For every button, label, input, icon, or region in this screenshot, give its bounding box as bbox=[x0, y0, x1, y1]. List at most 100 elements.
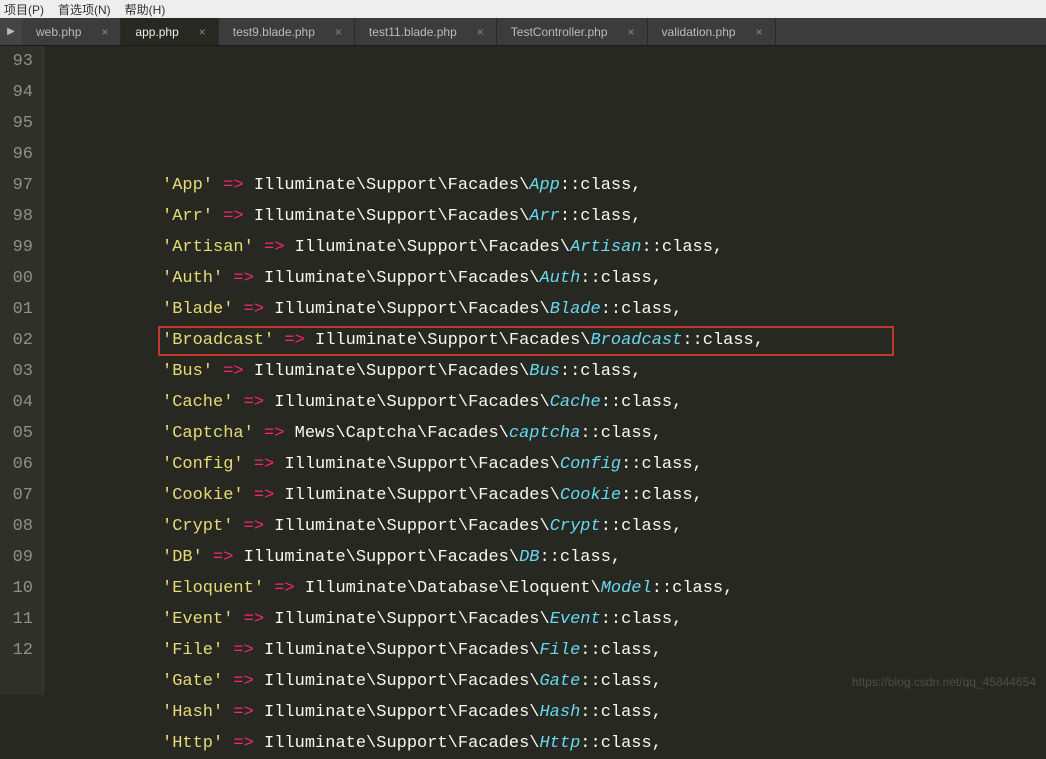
namespace-path: Illuminate\Support\Facades\ bbox=[315, 331, 590, 350]
class-name: Artisan bbox=[570, 238, 641, 257]
class-name: Http bbox=[539, 734, 580, 753]
close-icon[interactable]: × bbox=[335, 25, 342, 39]
line-gutter: 9394959697989900010203040506070809101112 bbox=[0, 46, 44, 695]
tab-web-php[interactable]: web.php× bbox=[22, 18, 121, 45]
close-icon[interactable]: × bbox=[199, 25, 206, 39]
class-name: Auth bbox=[539, 269, 580, 288]
class-name: Model bbox=[601, 579, 652, 598]
line-number: 05 bbox=[4, 418, 33, 449]
close-icon[interactable]: × bbox=[477, 25, 484, 39]
code-line[interactable]: 'File' => Illuminate\Support\Facades\Fil… bbox=[50, 635, 764, 666]
menubar: 项目(P) 首选项(N) 帮助(H) bbox=[0, 0, 1046, 18]
tab-app-php[interactable]: app.php × bbox=[121, 18, 218, 45]
arrow-operator: => bbox=[274, 331, 315, 350]
tab-TestController-php[interactable]: TestController.php × bbox=[497, 18, 648, 45]
arrow-operator: => bbox=[223, 641, 264, 660]
line-number: 03 bbox=[4, 356, 33, 387]
tab-test9-blade-php[interactable]: test9.blade.php× bbox=[219, 18, 355, 45]
namespace-path: Illuminate\Support\Facades\ bbox=[264, 672, 539, 691]
class-name: Hash bbox=[539, 703, 580, 722]
tab-label: TestController.php bbox=[511, 25, 608, 39]
code-line[interactable]: 'Eloquent' => Illuminate\Database\Eloque… bbox=[50, 573, 764, 604]
tail-token: ::class, bbox=[601, 393, 683, 412]
string-key: 'Hash' bbox=[162, 703, 223, 722]
arrow-operator: => bbox=[203, 548, 244, 567]
code-area[interactable]: 'App' => Illuminate\Support\Facades\App:… bbox=[44, 46, 764, 695]
tail-token: ::class, bbox=[580, 672, 662, 691]
namespace-path: Illuminate\Support\Facades\ bbox=[274, 393, 549, 412]
line-number: 04 bbox=[4, 387, 33, 418]
code-line[interactable]: 'Crypt' => Illuminate\Support\Facades\Cr… bbox=[50, 511, 764, 542]
tail-token: ::class, bbox=[621, 486, 703, 505]
arrow-operator: => bbox=[233, 517, 274, 536]
code-line[interactable]: 'Arr' => Illuminate\Support\Facades\Arr:… bbox=[50, 201, 764, 232]
tail-token: ::class, bbox=[652, 579, 734, 598]
tail-token: ::class, bbox=[560, 176, 642, 195]
class-name: DB bbox=[519, 548, 539, 567]
tail-token: ::class, bbox=[601, 300, 683, 319]
code-line[interactable]: 'App' => Illuminate\Support\Facades\App:… bbox=[50, 170, 764, 201]
code-line[interactable]: 'Artisan' => Illuminate\Support\Facades\… bbox=[50, 232, 764, 263]
code-line[interactable]: 'Auth' => Illuminate\Support\Facades\Aut… bbox=[50, 263, 764, 294]
class-name: File bbox=[539, 641, 580, 660]
code-line[interactable] bbox=[50, 139, 764, 170]
arrow-operator: => bbox=[223, 672, 264, 691]
code-line[interactable]: 'Bus' => Illuminate\Support\Facades\Bus:… bbox=[50, 356, 764, 387]
arrow-operator: => bbox=[233, 393, 274, 412]
menu-help[interactable]: 帮助(H) bbox=[125, 1, 166, 18]
namespace-path: Illuminate\Support\Facades\ bbox=[284, 455, 559, 474]
string-key: 'Gate' bbox=[162, 672, 223, 691]
string-key: 'File' bbox=[162, 641, 223, 660]
tab-validation-php[interactable]: validation.php× bbox=[648, 18, 776, 45]
tab-label: app.php bbox=[135, 25, 178, 39]
line-number: 11 bbox=[4, 604, 33, 635]
namespace-path: Illuminate\Support\Facades\ bbox=[254, 176, 529, 195]
watermark-text: https://blog.csdn.net/qq_45844654 bbox=[852, 675, 1036, 689]
class-name: Crypt bbox=[550, 517, 601, 536]
namespace-path: Mews\Captcha\Facades\ bbox=[295, 424, 509, 443]
code-editor[interactable]: 9394959697989900010203040506070809101112… bbox=[0, 46, 1046, 695]
line-number: 00 bbox=[4, 263, 33, 294]
class-name: Gate bbox=[539, 672, 580, 691]
menu-project[interactable]: 项目(P) bbox=[4, 1, 44, 18]
class-name: captcha bbox=[509, 424, 580, 443]
class-name: Cache bbox=[550, 393, 601, 412]
tail-token: ::class, bbox=[539, 548, 621, 567]
close-icon[interactable]: × bbox=[756, 25, 763, 39]
arrow-operator: => bbox=[244, 486, 285, 505]
arrow-operator: => bbox=[233, 610, 274, 629]
code-line[interactable]: 'Event' => Illuminate\Support\Facades\Ev… bbox=[50, 604, 764, 635]
code-line[interactable]: 'Captcha' => Mews\Captcha\Facades\captch… bbox=[50, 418, 764, 449]
class-name: Cookie bbox=[560, 486, 621, 505]
code-line[interactable]: 'Blade' => Illuminate\Support\Facades\Bl… bbox=[50, 294, 764, 325]
string-key: 'Captcha' bbox=[162, 424, 254, 443]
arrow-operator: => bbox=[213, 176, 254, 195]
tabbar: ▶ web.php×app.php×test9.blade.php×test11… bbox=[0, 18, 1046, 46]
code-line[interactable]: 'Config' => Illuminate\Support\Facades\C… bbox=[50, 449, 764, 480]
class-name: App bbox=[529, 176, 560, 195]
arrow-operator: => bbox=[213, 207, 254, 226]
namespace-path: Illuminate\Support\Facades\ bbox=[284, 486, 559, 505]
tab-test11-blade-php[interactable]: test11.blade.php× bbox=[355, 18, 497, 45]
code-line[interactable]: 'Gate' => Illuminate\Support\Facades\Gat… bbox=[50, 666, 764, 697]
code-line[interactable]: 'DB' => Illuminate\Support\Facades\DB::c… bbox=[50, 542, 764, 573]
code-line[interactable]: 'Cache' => Illuminate\Support\Facades\Ca… bbox=[50, 387, 764, 418]
string-key: 'DB' bbox=[162, 548, 203, 567]
string-key: 'Http' bbox=[162, 734, 223, 753]
menu-prefs[interactable]: 首选项(N) bbox=[58, 1, 111, 18]
line-number: 09 bbox=[4, 542, 33, 573]
line-number: 97 bbox=[4, 170, 33, 201]
code-line[interactable]: 'Http' => Illuminate\Support\Facades\Htt… bbox=[50, 728, 764, 759]
line-number: 93 bbox=[4, 46, 33, 77]
tail-token: ::class, bbox=[580, 424, 662, 443]
close-icon[interactable]: × bbox=[628, 25, 635, 39]
line-number: 96 bbox=[4, 139, 33, 170]
code-line[interactable]: 'Cookie' => Illuminate\Support\Facades\C… bbox=[50, 480, 764, 511]
close-icon[interactable]: × bbox=[101, 25, 108, 39]
namespace-path: Illuminate\Support\Facades\ bbox=[244, 548, 519, 567]
code-line[interactable]: 'Broadcast' => Illuminate\Support\Facade… bbox=[50, 325, 764, 356]
tab-dropdown-icon[interactable]: ▶ bbox=[0, 18, 22, 45]
string-key: 'Eloquent' bbox=[162, 579, 264, 598]
code-line[interactable]: 'Hash' => Illuminate\Support\Facades\Has… bbox=[50, 697, 764, 728]
string-key: 'App' bbox=[162, 176, 213, 195]
